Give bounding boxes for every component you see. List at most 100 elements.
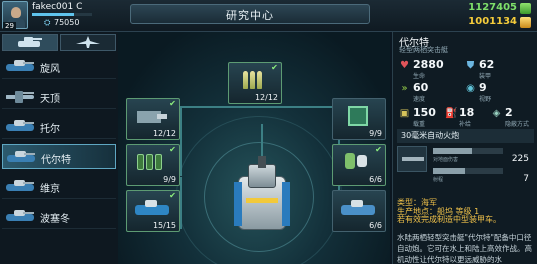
stat-value: 60 bbox=[413, 81, 429, 94]
weapon-name: 30毫米自动火炮 bbox=[401, 131, 460, 140]
stealth-icon: ◈ bbox=[492, 108, 501, 119]
range-bar-fill bbox=[433, 168, 465, 174]
resource-green-value: 1127405 bbox=[468, 2, 517, 13]
completed-check-icon: ✔ bbox=[375, 145, 382, 154]
xp-bar-fill bbox=[32, 13, 74, 16]
tree-connector bbox=[180, 177, 182, 229]
research-node-circuit[interactable]: 9/9 bbox=[332, 98, 386, 140]
vehicle-list-item[interactable]: 代尔特 bbox=[2, 144, 116, 169]
cargo-icon: ▣ bbox=[399, 108, 410, 119]
vehicle-type-tabs bbox=[0, 32, 118, 52]
range-bar bbox=[433, 168, 503, 174]
stat-label: 载重 bbox=[413, 121, 426, 128]
aircraft-icon bbox=[76, 36, 100, 48]
tree-connector bbox=[180, 106, 338, 108]
research-node-engine[interactable]: ✔ 12/12 bbox=[126, 98, 180, 140]
speed-icon: » bbox=[401, 83, 408, 94]
tank-icon bbox=[18, 37, 42, 47]
tank-icon bbox=[6, 209, 34, 223]
stat-speed: » 60 速度 bbox=[399, 81, 469, 103]
range-label: 射程 bbox=[433, 177, 444, 183]
vehicle-list-item[interactable]: 维京 bbox=[2, 174, 116, 199]
research-node-count: 9/9 bbox=[369, 129, 382, 138]
tank-icon bbox=[6, 179, 34, 193]
completed-check-icon: ✔ bbox=[271, 63, 278, 72]
vehicle-list-item-label: 维京 bbox=[40, 184, 60, 195]
jet-icon bbox=[6, 89, 34, 103]
vehicle-list-item-label: 旋风 bbox=[40, 64, 60, 75]
eye-icon: ◉ bbox=[466, 83, 475, 94]
research-node-boat[interactable]: ✔ 15/15 bbox=[126, 190, 180, 232]
vehicle-list-item[interactable]: 天顶 bbox=[2, 84, 116, 109]
player-level: 29 bbox=[3, 22, 16, 30]
stat-label: 装甲 bbox=[479, 73, 492, 80]
vehicle-gun bbox=[258, 156, 266, 168]
weapon-header: 30毫米自动火炮 bbox=[397, 129, 534, 143]
stat-heart: ♥ 2880 生命 bbox=[399, 58, 469, 80]
aircraft-tab[interactable] bbox=[60, 34, 116, 51]
player-avatar[interactable]: 29 bbox=[2, 1, 28, 30]
stat-value: 18 bbox=[459, 106, 475, 119]
stat-value: 9 bbox=[479, 81, 487, 94]
stat-label: 补给 bbox=[459, 121, 472, 128]
vehicle-list: 旋风天顶托尔代尔特维京波塞冬 bbox=[0, 32, 118, 264]
research-node-count: 12/12 bbox=[152, 129, 176, 138]
completed-check-icon: ✔ bbox=[169, 99, 176, 108]
vehicle-list-item-label: 波塞冬 bbox=[40, 214, 70, 225]
stat-value: 2880 bbox=[413, 58, 444, 71]
research-node-hover[interactable]: 6/6 bbox=[332, 190, 386, 232]
tank-icon bbox=[6, 59, 34, 73]
cannon-icon bbox=[397, 146, 427, 172]
research-node-count: 12/12 bbox=[254, 93, 278, 102]
stat-eye: ◉ 9 视野 bbox=[465, 81, 535, 103]
research-node-ammo[interactable]: ✔ 12/12 bbox=[228, 62, 282, 104]
supply-icon: ⛽ bbox=[445, 108, 458, 119]
damage-bar bbox=[433, 148, 503, 154]
vehicle-list-item-label: 天顶 bbox=[40, 94, 60, 105]
engine-part-icon bbox=[135, 105, 169, 125]
repair-kit-icon bbox=[341, 151, 375, 171]
tree-connector bbox=[180, 106, 182, 176]
vehicle-description: 水陆两栖轻型突击艇"代尔特"配备中口径自动炮。它可在水上和陆上高效作战。高机动性… bbox=[397, 233, 532, 264]
gold-resource-icon bbox=[520, 17, 531, 28]
hovercraft-vehicle-icon bbox=[341, 197, 375, 217]
stat-value: 2 bbox=[505, 106, 513, 119]
research-node-fuel[interactable]: ✔ 9/9 bbox=[126, 144, 180, 186]
range-value: 7 bbox=[523, 174, 529, 184]
vehicle-info-panel: 代尔特 轻型两栖突击艇 ♥ 2880 生命 ⛊ 62 装甲» 60 速度 ◉ 9 视野 ▣ 150 载重 ⛽… bbox=[392, 32, 537, 264]
avatar-face bbox=[11, 7, 21, 18]
vehicle-list-item-label: 代尔特 bbox=[41, 155, 71, 166]
player-power: 75050 bbox=[54, 18, 80, 27]
screen-title: 研究中心 bbox=[226, 9, 274, 22]
research-tree: ✔ 12/12 ✔ 12/12 9/9 ✔ 9/9 ✔ 6/6 ✔ 15/15 … bbox=[118, 32, 390, 264]
player-name: fakec001 C bbox=[32, 2, 83, 12]
vehicle-list-item[interactable]: 波塞冬 bbox=[2, 204, 116, 229]
vehicle-stripe bbox=[246, 198, 278, 203]
top-bar: 29 fakec001 C ⛭ 75050 研究中心 1127405 10011… bbox=[0, 0, 537, 32]
damage-bar-fill bbox=[433, 148, 472, 154]
damage-label: 对地面伤害 bbox=[433, 157, 459, 163]
completed-check-icon: ✔ bbox=[169, 191, 176, 200]
stat-value: 62 bbox=[479, 58, 495, 71]
screen-title-bar: 研究中心 bbox=[130, 4, 370, 24]
stat-value: 150 bbox=[413, 106, 436, 119]
tank-tab[interactable] bbox=[2, 34, 58, 51]
research-node-count: 6/6 bbox=[369, 175, 382, 184]
vehicle-side-left bbox=[234, 182, 242, 226]
research-node-repair[interactable]: ✔ 6/6 bbox=[332, 144, 386, 186]
shield-icon: ⛊ bbox=[466, 60, 475, 71]
stat-label: 视野 bbox=[479, 96, 492, 103]
research-node-count: 9/9 bbox=[163, 175, 176, 184]
resource-gold[interactable]: 1001134 bbox=[468, 16, 531, 29]
vehicle-subtitle: 轻型两栖突击艇 bbox=[399, 46, 448, 54]
vehicle-list-item[interactable]: 托尔 bbox=[2, 114, 116, 139]
resource-green[interactable]: 1127405 bbox=[468, 2, 531, 15]
resource-gold-value: 1001134 bbox=[468, 16, 517, 27]
ammo-shells-icon bbox=[237, 69, 271, 89]
selected-vehicle-model[interactable] bbox=[234, 156, 290, 236]
vehicle-list-item-label: 托尔 bbox=[40, 124, 60, 135]
heart-icon: ♥ bbox=[400, 60, 409, 71]
stat-label: 隐蔽方式 bbox=[505, 121, 530, 128]
completed-check-icon: ✔ bbox=[169, 145, 176, 154]
vehicle-list-item[interactable]: 旋风 bbox=[2, 54, 116, 79]
